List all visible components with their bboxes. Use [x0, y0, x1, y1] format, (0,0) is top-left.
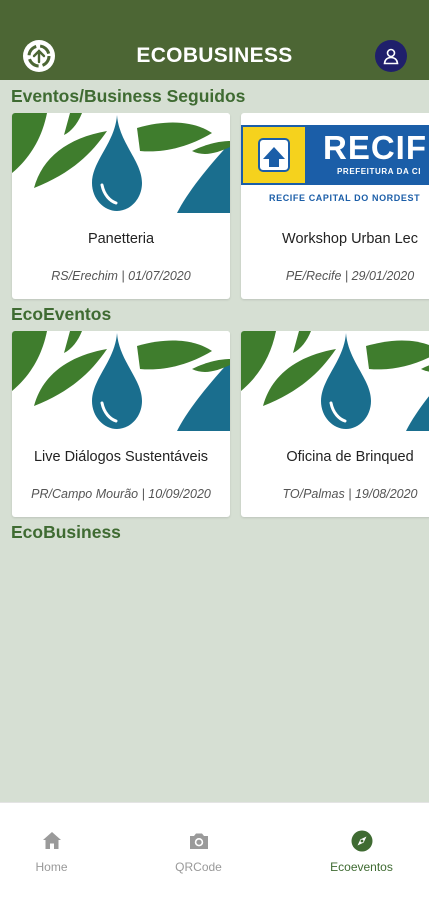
nav-item-home[interactable]: Home: [0, 803, 123, 900]
app-bar: ECOBUSINESS: [0, 0, 429, 80]
banner-subtitle: PREFEITURA DA CI: [337, 167, 422, 176]
compass-icon: [351, 830, 373, 852]
section-title-followed: Eventos/Business Seguidos: [11, 86, 246, 106]
event-card[interactable]: Live Diálogos Sustentáveis PR/Campo Mour…: [12, 331, 230, 517]
event-location-date: PE/Recife | 29/01/2020: [285, 269, 415, 283]
event-name: Live Diálogos Sustentáveis: [33, 449, 209, 465]
nav-label-qrcode: QRCode: [175, 860, 222, 874]
ecoeventos-carousel[interactable]: Live Diálogos Sustentáveis PR/Campo Mour…: [0, 331, 429, 521]
recife-coat-of-arms-icon: [243, 127, 305, 183]
home-icon: [43, 832, 61, 849]
nav-item-qrcode[interactable]: QRCode: [127, 803, 270, 900]
event-name: Panetteria: [87, 231, 155, 247]
followed-carousel[interactable]: Panetteria RS/Erechim | 01/07/2020 RECIF…: [0, 113, 429, 303]
bottom-navigation: Home QRCode Ecoeventos: [0, 802, 429, 900]
camera-icon: [190, 833, 208, 849]
recife-banner: RECIF PREFEITURA DA CI: [241, 125, 429, 185]
nav-item-ecoeventos[interactable]: Ecoeventos: [290, 803, 429, 900]
event-location-date: TO/Palmas | 19/08/2020: [282, 487, 418, 501]
event-image: [12, 113, 230, 213]
banner-caption: RECIFE CAPITAL DO NORDEST: [269, 193, 421, 203]
nav-label-ecoeventos: Ecoeventos: [330, 860, 393, 874]
section-title-ecobusiness: EcoBusiness: [11, 522, 121, 542]
banner-title: RECIF: [323, 129, 427, 166]
event-image: [12, 331, 230, 431]
event-image: RECIF PREFEITURA DA CI RECIFE CAPITAL DO…: [241, 113, 429, 213]
event-location-date: PR/Campo Mourão | 10/09/2020: [31, 487, 211, 501]
app-title: ECOBUSINESS: [136, 44, 293, 67]
event-image: [241, 331, 429, 431]
event-name: Oficina de Brinqued: [286, 449, 414, 465]
event-location-date: RS/Erechim | 01/07/2020: [51, 269, 191, 283]
nav-label-home: Home: [35, 860, 68, 874]
event-card[interactable]: RECIF PREFEITURA DA CI RECIFE CAPITAL DO…: [241, 113, 429, 299]
account-icon[interactable]: [375, 40, 407, 72]
event-card[interactable]: Oficina de Brinqued TO/Palmas | 19/08/20…: [241, 331, 429, 517]
event-card[interactable]: Panetteria RS/Erechim | 01/07/2020: [12, 113, 230, 299]
event-name: Workshop Urban Lec: [282, 231, 418, 247]
section-title-ecoeventos: EcoEventos: [11, 304, 112, 324]
